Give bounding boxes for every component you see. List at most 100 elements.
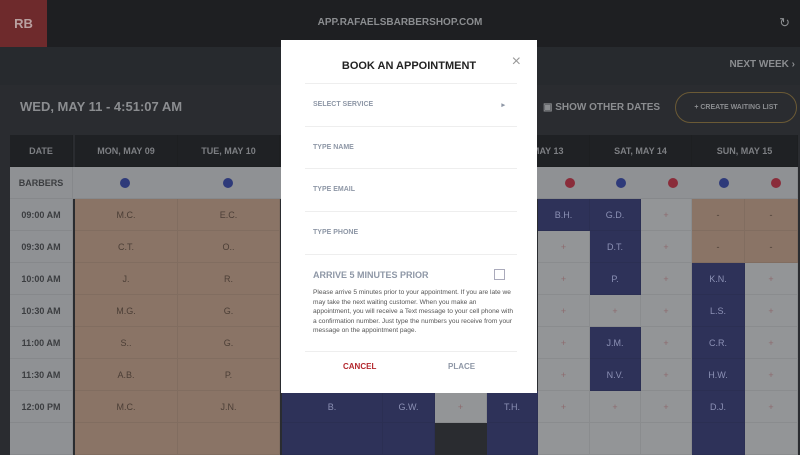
unavailable-slot[interactable]: - xyxy=(745,231,798,263)
booked-slot[interactable]: G.W. xyxy=(383,391,435,423)
booked-slot[interactable]: G. xyxy=(178,327,280,359)
divider xyxy=(305,351,517,352)
appointment-note: Please arrive 5 minutes prior to your ap… xyxy=(313,289,513,335)
chevron-right-icon: ▸ xyxy=(501,101,505,109)
open-slot[interactable]: + xyxy=(641,295,692,327)
booked-slot[interactable]: B. xyxy=(282,391,383,423)
open-slot[interactable]: + xyxy=(641,231,692,263)
booked-slot[interactable]: M.G. xyxy=(75,295,178,327)
open-slot[interactable] xyxy=(590,423,641,455)
open-slot[interactable] xyxy=(641,423,692,455)
open-slot[interactable]: + xyxy=(538,391,590,423)
refresh-icon[interactable]: ↻ xyxy=(779,15,790,31)
booked-slot[interactable] xyxy=(487,423,538,455)
open-slot[interactable]: + xyxy=(538,263,590,295)
select-service-label: SELECT SERVICE xyxy=(313,101,374,108)
booked-slot[interactable]: T.H. xyxy=(487,391,538,423)
time-label: 11:00 AM xyxy=(10,327,73,359)
arrive-early-checkbox[interactable] xyxy=(494,269,505,280)
time-label: 09:30 AM xyxy=(10,231,73,263)
booked-slot[interactable] xyxy=(178,423,280,455)
divider xyxy=(305,254,517,255)
email-input[interactable]: TYPE EMAIL xyxy=(305,168,517,210)
select-service-dropdown[interactable]: SELECT SERVICE ▸ xyxy=(305,83,517,125)
booked-slot[interactable]: J.M. xyxy=(590,327,641,359)
day-header: MON, MAY 09 xyxy=(75,135,178,167)
open-slot[interactable]: + xyxy=(641,327,692,359)
open-slot[interactable] xyxy=(538,423,590,455)
date-header: DATE xyxy=(10,135,73,167)
next-week-link[interactable]: NEXT WEEK › xyxy=(729,59,795,70)
book-appointment-modal: BOOK AN APPOINTMENT × SELECT SERVICE ▸ TY… xyxy=(281,40,537,393)
booked-slot[interactable] xyxy=(692,423,745,455)
barbers-label: BARBERS xyxy=(10,167,73,199)
time-label: 10:30 AM xyxy=(10,295,73,327)
open-slot[interactable] xyxy=(745,423,798,455)
barber-avatar-icon[interactable] xyxy=(120,178,130,188)
open-slot[interactable]: + xyxy=(590,295,641,327)
arrive-early-label: ARRIVE 5 MINUTES PRIOR xyxy=(313,270,429,280)
booked-slot[interactable]: O.. xyxy=(178,231,280,263)
day-header: SUN, MAY 15 xyxy=(692,135,798,167)
day-header: SAT, MAY 14 xyxy=(590,135,692,167)
booked-slot[interactable]: S.. xyxy=(75,327,178,359)
booked-slot[interactable]: D.J. xyxy=(692,391,745,423)
booked-slot[interactable]: G.D. xyxy=(590,199,641,231)
open-slot[interactable]: + xyxy=(745,263,798,295)
create-waiting-list-button[interactable]: + CREATE WAITING LIST xyxy=(675,92,797,123)
open-slot[interactable]: + xyxy=(590,391,641,423)
barber-avatar-icon[interactable] xyxy=(616,178,626,188)
barber-avatar-icon[interactable] xyxy=(565,178,575,188)
booked-slot[interactable]: M.C. xyxy=(75,391,178,423)
open-slot[interactable]: + xyxy=(641,263,692,295)
open-slot[interactable]: + xyxy=(538,231,590,263)
booked-slot[interactable]: P. xyxy=(178,359,280,391)
barber-avatar-icon[interactable] xyxy=(668,178,678,188)
open-slot[interactable]: + xyxy=(745,295,798,327)
unavailable-slot[interactable]: - xyxy=(745,199,798,231)
open-slot[interactable]: + xyxy=(641,199,692,231)
booked-slot[interactable] xyxy=(282,423,383,455)
booked-slot[interactable]: R. xyxy=(178,263,280,295)
site-url: APP.RAFAELSBARBERSHOP.COM xyxy=(317,17,483,28)
booked-slot[interactable]: A.B. xyxy=(75,359,178,391)
booked-slot[interactable] xyxy=(383,423,435,455)
booked-slot[interactable]: K.N. xyxy=(692,263,745,295)
open-slot[interactable]: + xyxy=(435,391,487,423)
booked-slot[interactable] xyxy=(75,423,178,455)
booked-slot[interactable]: G. xyxy=(178,295,280,327)
close-icon[interactable]: × xyxy=(512,53,521,71)
barber-avatar-icon[interactable] xyxy=(719,178,729,188)
cancel-button[interactable]: CANCEL xyxy=(343,362,376,371)
open-slot[interactable]: + xyxy=(745,391,798,423)
time-label: 11:30 AM xyxy=(10,359,73,391)
booked-slot[interactable]: L.S. xyxy=(692,295,745,327)
open-slot[interactable]: + xyxy=(745,327,798,359)
open-slot[interactable]: + xyxy=(538,359,590,391)
booked-slot[interactable]: J.N. xyxy=(178,391,280,423)
show-other-dates-button[interactable]: ▣ SHOW OTHER DATES xyxy=(543,102,660,113)
phone-input[interactable]: TYPE PHONE xyxy=(305,211,517,253)
booked-slot[interactable]: B.H. xyxy=(538,199,590,231)
unavailable-slot[interactable]: - xyxy=(692,231,745,263)
booked-slot[interactable]: C.R. xyxy=(692,327,745,359)
booked-slot[interactable]: P. xyxy=(590,263,641,295)
booked-slot[interactable]: J. xyxy=(75,263,178,295)
barber-avatar-icon[interactable] xyxy=(223,178,233,188)
barber-avatar-icon[interactable] xyxy=(771,178,781,188)
place-button[interactable]: PLACE xyxy=(448,362,475,371)
booked-slot[interactable]: M.C. xyxy=(75,199,178,231)
booked-slot[interactable]: C.T. xyxy=(75,231,178,263)
open-slot[interactable]: + xyxy=(538,327,590,359)
booked-slot[interactable]: N.V. xyxy=(590,359,641,391)
open-slot[interactable]: + xyxy=(641,359,692,391)
name-input[interactable]: TYPE NAME xyxy=(305,126,517,168)
booked-slot[interactable]: E.C. xyxy=(178,199,280,231)
booked-slot[interactable]: D.T. xyxy=(590,231,641,263)
open-slot[interactable]: + xyxy=(641,391,692,423)
time-label: 10:00 AM xyxy=(10,263,73,295)
unavailable-slot[interactable]: - xyxy=(692,199,745,231)
booked-slot[interactable]: H.W. xyxy=(692,359,745,391)
open-slot[interactable]: + xyxy=(745,359,798,391)
open-slot[interactable]: + xyxy=(538,295,590,327)
